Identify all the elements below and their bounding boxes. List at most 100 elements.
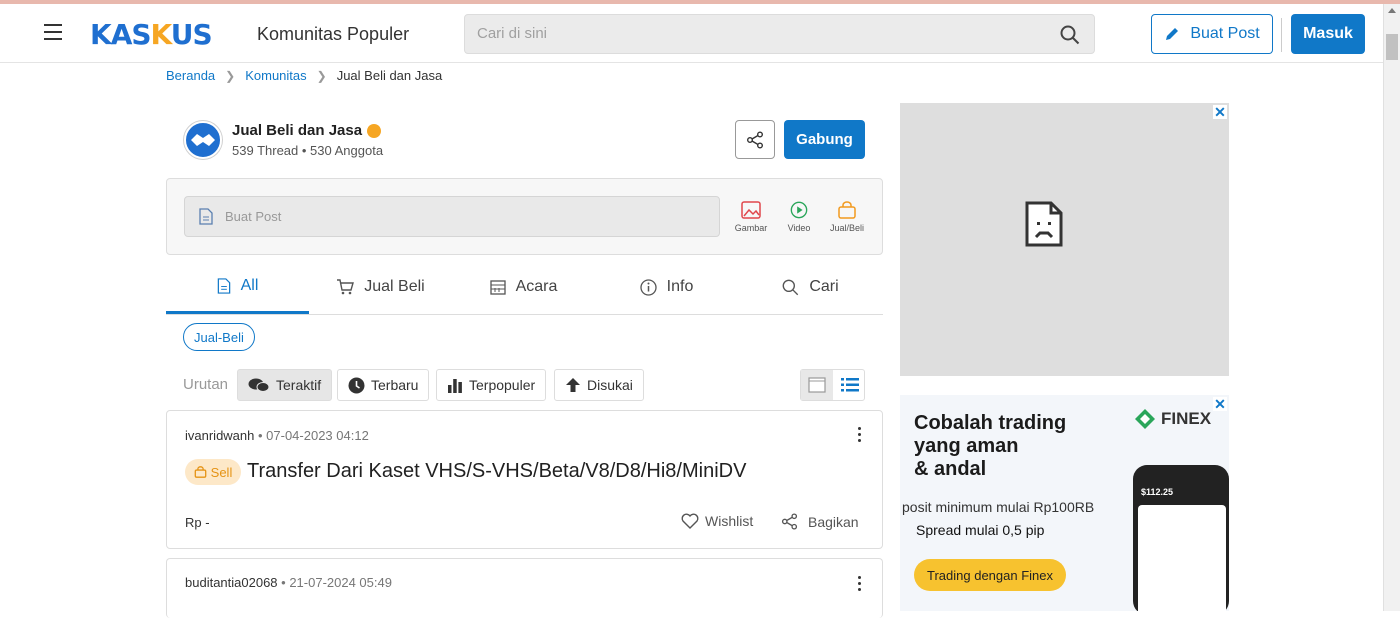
composer-image-button[interactable]: Gambar — [729, 201, 773, 233]
image-icon — [741, 201, 761, 219]
thread-meta: ivanridwanh • 07-04-2023 04:12 — [185, 428, 369, 443]
ad-banner-finex[interactable]: ✕ Cobalah trading yang aman & andal FINE… — [900, 395, 1229, 611]
chevron-right-icon: ❯ — [316, 68, 327, 83]
ad-close-icon[interactable]: ✕ — [1213, 105, 1227, 119]
thread-author[interactable]: buditantia02068 — [185, 575, 278, 590]
clock-icon — [348, 377, 365, 393]
thread-date: • 21-07-2024 05:49 — [281, 575, 392, 590]
card-view-button[interactable] — [801, 370, 833, 400]
tab-cari-label: Cari — [809, 278, 839, 295]
share-icon — [747, 131, 763, 148]
ad-phone-screen — [1138, 505, 1226, 611]
community-avatar[interactable] — [184, 121, 222, 159]
bar-chart-icon — [448, 379, 462, 393]
ad-phone-balance: $112.25 — [1141, 487, 1174, 497]
search-icon[interactable] — [1060, 25, 1080, 45]
chat-bubbles-icon — [248, 378, 270, 392]
ad-headline-line-1: Cobalah trading — [914, 412, 1067, 434]
breadcrumb-komunitas[interactable]: Komunitas — [245, 68, 306, 83]
thread-price: Rp - — [185, 515, 210, 530]
tab-cari[interactable]: Cari — [738, 260, 883, 314]
post-composer: Buat Post Gambar Video Jual/Beli — [166, 178, 883, 255]
pencil-icon — [1166, 28, 1179, 40]
sell-badge-label: Sell — [210, 464, 233, 480]
nav-divider — [1281, 18, 1282, 52]
composer-jualbeli-button[interactable]: Jual/Beli — [825, 201, 869, 233]
ad-line-1: posit minimum mulai Rp100RB — [902, 499, 1095, 515]
sort-label: Urutan — [183, 376, 229, 393]
community-stats: 539 Thread • 530 Anggota — [232, 143, 384, 158]
share-thread-button[interactable]: Bagikan — [781, 513, 859, 530]
list-view-button[interactable] — [834, 370, 865, 400]
verified-badge-icon — [367, 124, 381, 138]
tab-info[interactable]: Info — [595, 260, 738, 314]
sort-teraktif-button[interactable]: Teraktif — [237, 369, 333, 401]
tab-all[interactable]: All — [166, 260, 309, 314]
page-scrollbar[interactable] — [1383, 4, 1400, 611]
more-options-icon[interactable] — [858, 427, 862, 445]
scroll-thumb[interactable] — [1386, 34, 1398, 60]
nav-title[interactable]: Komunitas Populer — [257, 24, 409, 45]
sort-terbaru-label: Terbaru — [371, 377, 419, 393]
arrow-up-icon — [566, 378, 580, 392]
composer-video-button[interactable]: Video — [777, 201, 821, 233]
tab-acara[interactable]: Acara — [452, 260, 595, 314]
share-icon — [781, 513, 798, 530]
tab-jual-beli[interactable]: Jual Beli — [309, 260, 452, 314]
sort-disukai-label: Disukai — [587, 377, 633, 393]
top-navbar: KASKUS Komunitas Populer Buat Post Masuk — [0, 4, 1383, 63]
kaskus-logo[interactable]: KASKUS — [90, 18, 213, 51]
join-community-button[interactable]: Gabung — [784, 120, 865, 159]
ad-slot-broken[interactable]: ✕ — [900, 103, 1229, 376]
login-button[interactable]: Masuk — [1291, 14, 1365, 54]
sell-badge: Sell — [185, 459, 241, 485]
wishlist-button[interactable]: Wishlist — [681, 513, 753, 529]
shop-bag-icon — [838, 201, 856, 219]
finex-logo-icon — [1135, 409, 1155, 429]
document-icon — [199, 208, 213, 225]
create-post-button[interactable]: Buat Post — [1151, 14, 1273, 54]
heart-icon — [681, 513, 699, 529]
more-options-icon[interactable] — [858, 576, 862, 594]
filter-chip-jual-beli[interactable]: Jual-Beli — [183, 323, 255, 351]
ad-headline-line-3: & andal — [914, 458, 987, 480]
breadcrumb: Beranda ❯ Komunitas ❯ Jual Beli dan Jasa — [166, 68, 442, 83]
ad-headline-line-2: yang aman — [914, 435, 1019, 457]
document-icon — [217, 277, 230, 294]
sort-terbaru-button[interactable]: Terbaru — [337, 369, 430, 401]
community-tabs: All Jual Beli Acara Info Cari — [166, 260, 883, 315]
scroll-up-arrow-icon[interactable] — [1388, 8, 1396, 13]
broken-image-icon — [1025, 201, 1063, 247]
sort-terpopuler-label: Terpopuler — [469, 377, 536, 393]
sort-teraktif-label: Teraktif — [276, 377, 322, 393]
composer-input[interactable]: Buat Post — [184, 196, 720, 237]
thread-title[interactable]: Transfer Dari Kaset VHS/S-VHS/Beta/V8/D8… — [247, 460, 746, 483]
list-view-icon — [840, 378, 859, 392]
shop-bag-icon — [194, 466, 207, 478]
menu-icon[interactable] — [44, 24, 62, 40]
thread-meta: buditantia02068 • 21-07-2024 05:49 — [185, 575, 392, 590]
thread-card[interactable]: buditantia02068 • 21-07-2024 05:49 — [166, 558, 883, 618]
breadcrumb-home[interactable]: Beranda — [166, 68, 215, 83]
chevron-right-icon: ❯ — [225, 68, 236, 83]
create-post-label: Buat Post — [1190, 25, 1260, 42]
tab-info-label: Info — [666, 278, 694, 295]
wishlist-label: Wishlist — [705, 513, 754, 529]
cart-icon — [337, 279, 355, 295]
composer-jualbeli-label: Jual/Beli — [829, 223, 865, 233]
sort-disukai-button[interactable]: Disukai — [554, 369, 644, 401]
ad-cta-button[interactable]: Trading dengan Finex — [914, 559, 1066, 591]
community-name[interactable]: Jual Beli dan Jasa — [232, 122, 362, 139]
card-view-icon — [808, 377, 826, 393]
search-icon — [782, 279, 799, 295]
search-input[interactable] — [477, 25, 1037, 42]
search-box[interactable] — [464, 14, 1095, 54]
share-thread-label: Bagikan — [808, 513, 859, 530]
sort-terpopuler-button[interactable]: Terpopuler — [436, 369, 547, 401]
thread-card[interactable]: ivanridwanh • 07-04-2023 04:12 Sell Tran… — [166, 410, 883, 549]
share-community-button[interactable] — [735, 120, 775, 159]
ad-brand-label: FINEX — [1161, 409, 1212, 428]
breadcrumb-current: Jual Beli dan Jasa — [336, 68, 443, 83]
thread-author[interactable]: ivanridwanh — [185, 428, 254, 443]
ad-close-icon[interactable]: ✕ — [1213, 397, 1227, 411]
